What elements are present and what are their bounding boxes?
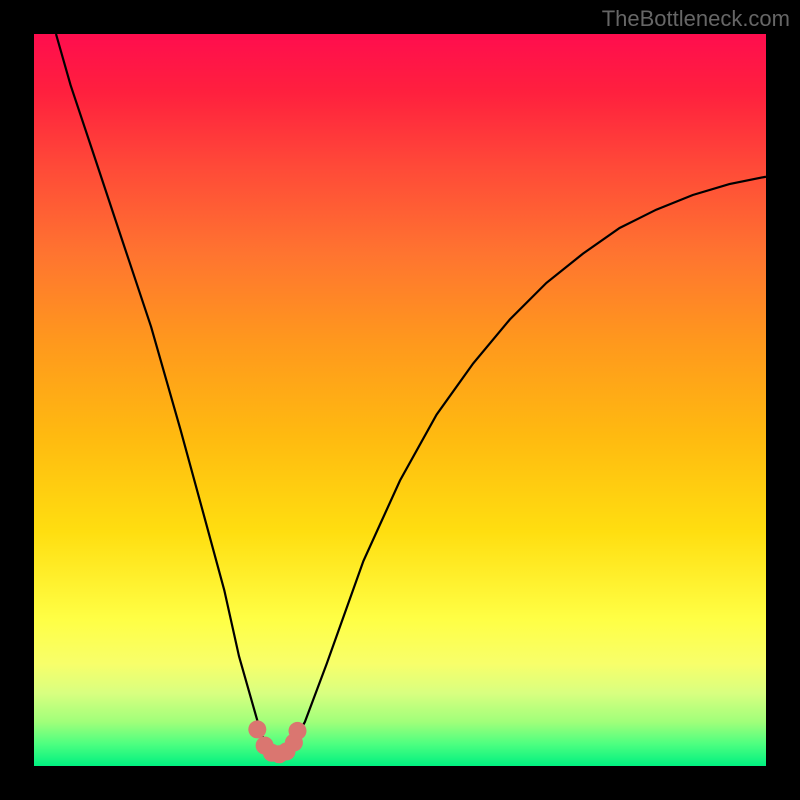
minimum-markers [248,720,306,763]
watermark-text: TheBottleneck.com [602,6,790,32]
min-marker [289,722,307,740]
bottleneck-chart [34,34,766,766]
bottleneck-curve-line [56,34,766,753]
min-marker [248,720,266,738]
